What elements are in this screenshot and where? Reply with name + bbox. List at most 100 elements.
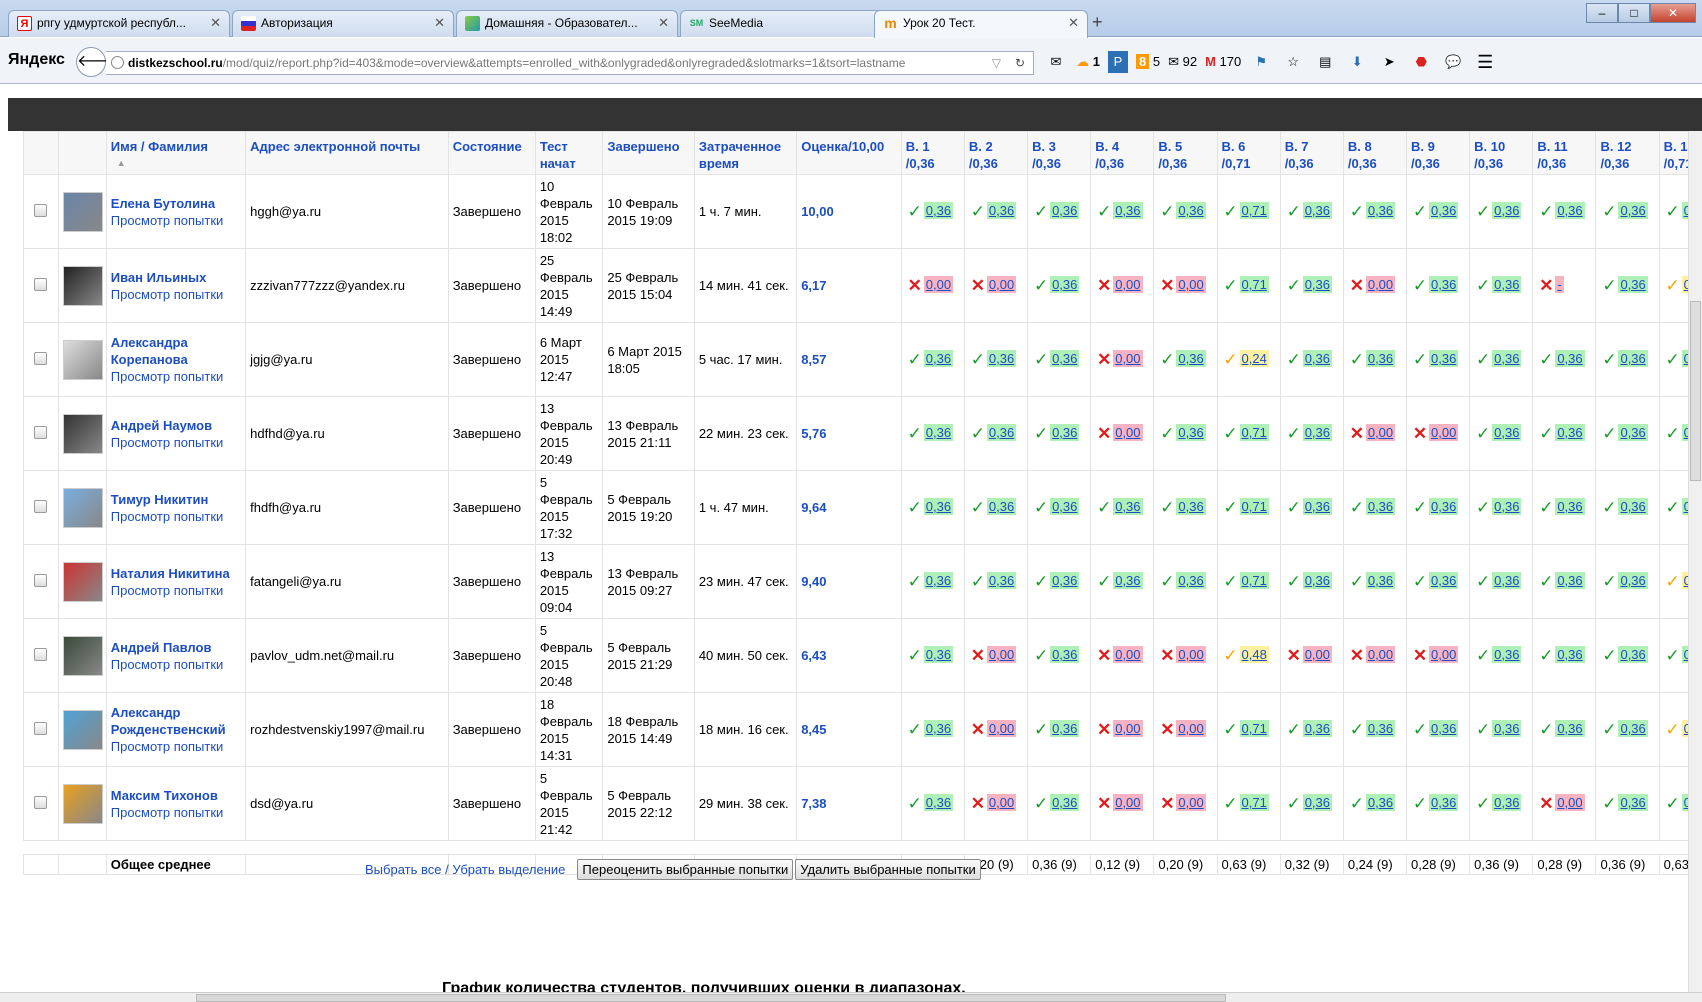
- row-checkbox[interactable]: [34, 425, 48, 439]
- grade-link[interactable]: 6,17: [801, 278, 826, 293]
- question-mark-link[interactable]: 0,36: [986, 497, 1017, 515]
- browser-tab-3[interactable]: Домашняя - Образовател... ✕: [456, 10, 678, 37]
- review-attempt-link[interactable]: Просмотр попытки: [111, 434, 241, 451]
- question-header[interactable]: В. 1 /0,36: [900, 131, 965, 175]
- row-checkbox[interactable]: [34, 795, 48, 809]
- question-mark-link[interactable]: 0,36: [1618, 571, 1648, 589]
- question-mark-link[interactable]: 0,36: [1365, 793, 1396, 811]
- question-mark-link[interactable]: 0,00: [1365, 423, 1396, 441]
- grade-link[interactable]: 6,43: [801, 648, 826, 663]
- question-mark-link[interactable]: 0,00: [1176, 275, 1206, 293]
- question-mark-link[interactable]: 0,36: [1050, 201, 1080, 219]
- started-column-header[interactable]: Тест начат: [534, 131, 604, 175]
- student-name-link[interactable]: Александр Рожденственский: [111, 704, 241, 738]
- question-mark-link[interactable]: 0,36: [1555, 349, 1585, 367]
- grade-link[interactable]: 9,40: [801, 574, 826, 589]
- scroll-thumb[interactable]: [196, 994, 1226, 1002]
- user-avatar[interactable]: [62, 709, 103, 750]
- row-checkbox[interactable]: [34, 203, 48, 217]
- question-mark-link[interactable]: 0,36: [1302, 571, 1332, 589]
- question-mark-link[interactable]: 0,36: [1050, 645, 1080, 663]
- grade-link[interactable]: 10,00: [801, 204, 834, 219]
- question-mark-link[interactable]: 0,36: [1618, 275, 1648, 293]
- question-mark-link[interactable]: 0,36: [1365, 201, 1396, 219]
- finished-header-label[interactable]: Завершено: [607, 139, 679, 154]
- user-avatar[interactable]: [62, 191, 103, 232]
- row-checkbox[interactable]: [34, 351, 48, 365]
- gmail-icon[interactable]: M 170: [1205, 51, 1241, 73]
- question-header-label[interactable]: В. 1 /0,36: [906, 139, 935, 171]
- question-header-label[interactable]: В. 7 /0,36: [1285, 139, 1314, 171]
- question-header-label[interactable]: В. 5 /0,36: [1158, 139, 1187, 171]
- question-mark-link[interactable]: 0,36: [1492, 645, 1522, 663]
- question-mark-link[interactable]: 0,71: [1239, 423, 1269, 441]
- regrade-button[interactable]: Переоценить выбранные попытки: [577, 859, 794, 880]
- grade-link[interactable]: 5,76: [801, 426, 826, 441]
- row-checkbox[interactable]: [34, 721, 48, 735]
- question-header[interactable]: В. 7 /0,36: [1279, 131, 1344, 175]
- student-name-link[interactable]: Наталия Никитина: [111, 565, 241, 582]
- question-mark-link[interactable]: 0,36: [1492, 571, 1522, 589]
- student-name-link[interactable]: Александра Корепанова: [111, 334, 241, 368]
- question-mark-link[interactable]: 0,36: [1492, 719, 1522, 737]
- question-mark-link[interactable]: 0,00: [1176, 645, 1206, 663]
- question-mark-link[interactable]: 0,00: [1365, 275, 1396, 293]
- address-bar[interactable]: distkezschool.ru/mod/quiz/report.php?id=…: [106, 51, 1034, 75]
- mail-client-icon[interactable]: ✉: [1044, 51, 1068, 73]
- question-mark-link[interactable]: 0,00: [1113, 719, 1143, 737]
- browser-tab-1[interactable]: Ярпгу удмуртской республ... ✕: [8, 10, 230, 37]
- duration-column-header[interactable]: Затраченное время: [693, 131, 798, 175]
- close-tab-icon[interactable]: ✕: [1068, 11, 1079, 35]
- finished-column-header[interactable]: Завершено: [602, 131, 695, 175]
- vertical-scrollbar[interactable]: [1688, 131, 1702, 992]
- mail-counter-icon[interactable]: 8 5: [1136, 51, 1160, 73]
- user-avatar[interactable]: [62, 413, 103, 454]
- close-window-icon[interactable]: ✕: [1650, 3, 1696, 23]
- review-attempt-link[interactable]: Просмотр попытки: [111, 368, 241, 385]
- question-mark-link[interactable]: 0,36: [986, 349, 1017, 367]
- new-tab-icon[interactable]: +: [1092, 12, 1103, 33]
- question-header-label[interactable]: В. 8 /0,36: [1348, 139, 1377, 171]
- question-mark-link[interactable]: 0,36: [1113, 497, 1143, 515]
- question-header[interactable]: В. 10 /0,36: [1469, 131, 1534, 175]
- row-checkbox[interactable]: [34, 647, 48, 661]
- review-attempt-link[interactable]: Просмотр попытки: [111, 582, 241, 599]
- weather-icon[interactable]: ☁ 1: [1076, 51, 1100, 73]
- grade-link[interactable]: 8,57: [801, 352, 826, 367]
- question-mark-link[interactable]: 0,36: [1429, 349, 1459, 367]
- question-mark-link[interactable]: 0,36: [923, 793, 954, 811]
- question-mark-link[interactable]: 0,36: [1302, 793, 1332, 811]
- question-mark-link[interactable]: 0,36: [1176, 201, 1206, 219]
- minimize-icon[interactable]: –: [1586, 3, 1618, 23]
- adblock-icon[interactable]: ⬣: [1409, 51, 1433, 73]
- question-mark-link[interactable]: 0,71: [1239, 275, 1269, 293]
- question-mark-link[interactable]: 0,36: [1429, 793, 1459, 811]
- question-mark-link[interactable]: 0,71: [1239, 571, 1269, 589]
- question-mark-link[interactable]: 0,36: [1050, 571, 1080, 589]
- question-mark-link[interactable]: 0,71: [1239, 201, 1269, 219]
- reading-list-icon[interactable]: ▤: [1313, 51, 1337, 73]
- question-mark-link[interactable]: 0,36: [1365, 571, 1396, 589]
- question-mark-link[interactable]: 0,36: [923, 571, 954, 589]
- question-header-label[interactable]: В. 13 /0,71: [1664, 139, 1688, 171]
- question-mark-link[interactable]: 0,36: [1176, 571, 1206, 589]
- deselect-link[interactable]: Убрать выделение: [452, 862, 565, 877]
- question-header[interactable]: В. 5 /0,36: [1153, 131, 1218, 175]
- question-mark-link[interactable]: 0,36: [1302, 423, 1332, 441]
- question-mark-link[interactable]: 0,00: [1176, 793, 1206, 811]
- review-attempt-link[interactable]: Просмотр попытки: [111, 286, 241, 303]
- yandex-logo[interactable]: Яндекс: [8, 51, 65, 69]
- question-mark-link[interactable]: 0,36: [1302, 497, 1332, 515]
- horizontal-scrollbar[interactable]: [0, 992, 1702, 1002]
- question-header-label[interactable]: В. 4 /0,36: [1095, 139, 1124, 171]
- user-avatar[interactable]: [62, 339, 103, 380]
- question-mark-link[interactable]: 0,36: [1492, 349, 1522, 367]
- row-checkbox[interactable]: [34, 277, 48, 291]
- question-mark-link[interactable]: 0,36: [1492, 423, 1522, 441]
- close-tab-icon[interactable]: ✕: [210, 11, 221, 35]
- question-mark-link[interactable]: 0,36: [923, 645, 954, 663]
- question-mark-link[interactable]: 0,36: [1429, 571, 1459, 589]
- question-header[interactable]: В. 3 /0,36: [1027, 131, 1092, 175]
- question-mark-link[interactable]: 0,36: [1618, 793, 1648, 811]
- question-mark-link[interactable]: 0,36: [1429, 275, 1459, 293]
